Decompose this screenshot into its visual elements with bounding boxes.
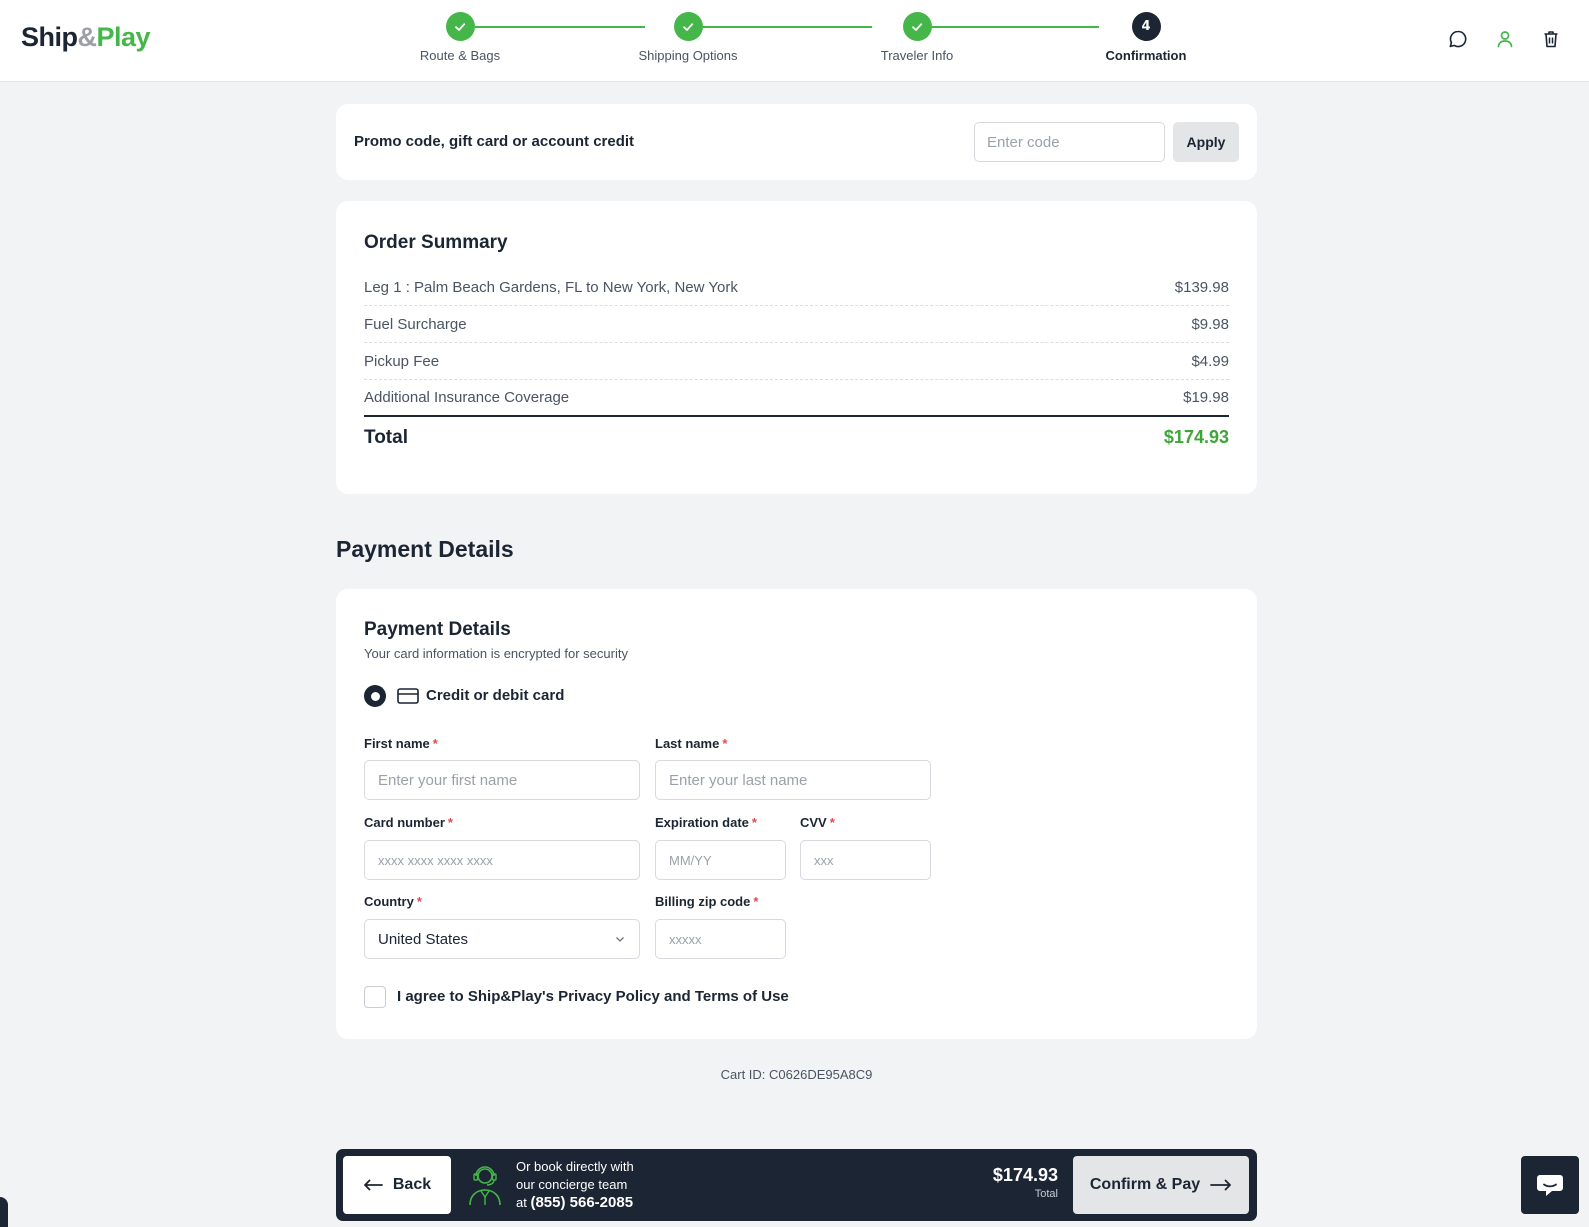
top-header: Ship&Play Route & Bags Shipping Options … [0, 0, 1589, 82]
country-value: United States [378, 930, 469, 948]
expiration-label: Expiration date * [655, 815, 757, 830]
logo-text-amp: & [77, 22, 98, 52]
payment-section-title: Payment Details [336, 536, 514, 562]
summary-row: Leg 1 : Palm Beach Gardens, FL to New Yo… [364, 269, 1229, 306]
summary-row: Additional Insurance Coverage $19.98 [364, 380, 1229, 417]
payment-subtitle: Your card information is encrypted for s… [364, 646, 628, 661]
cvv-field[interactable] [800, 840, 931, 880]
apply-button[interactable]: Apply [1173, 122, 1239, 162]
footer-total-caption: Total [1034, 1188, 1058, 1200]
summary-row-amount: $19.98 [1183, 389, 1229, 406]
summary-row-label: Fuel Surcharge [364, 315, 467, 333]
logo-text-ship: Ship [21, 22, 78, 52]
country-label: Country * [364, 894, 422, 909]
chat-bubble-icon [1537, 1175, 1563, 1196]
step-route-bags[interactable]: Route & Bags [380, 12, 540, 63]
billing-zip-field[interactable] [655, 919, 786, 959]
step-shipping-options[interactable]: Shipping Options [608, 12, 768, 63]
summary-row: Fuel Surcharge $9.98 [364, 306, 1229, 343]
chat-widget-button[interactable] [1521, 1156, 1579, 1214]
order-summary-card: Order Summary Leg 1 : Palm Beach Gardens… [336, 201, 1257, 494]
cart-id: Cart ID: C0626DE95A8C9 [720, 1067, 873, 1082]
country-select[interactable]: United States [364, 919, 640, 959]
concierge-line-3: at (855) 566-2085 [516, 1194, 634, 1211]
summary-row-amount: $139.98 [1174, 278, 1229, 296]
chat-icon[interactable] [1447, 28, 1469, 50]
user-icon[interactable] [1494, 28, 1516, 50]
trash-icon[interactable] [1540, 28, 1562, 50]
footer-total-amount: $174.93 [992, 1165, 1058, 1185]
summary-row-label: Additional Insurance Coverage [364, 389, 570, 406]
back-label: Back [392, 1176, 432, 1193]
concierge-line-1: Or book directly with [516, 1159, 634, 1174]
concierge-phone-link[interactable]: (855) 566-2085 [530, 1194, 633, 1211]
promo-code-input[interactable] [974, 122, 1165, 162]
confirm-pay-label: Confirm & Pay [1089, 1176, 1201, 1193]
check-icon [673, 12, 703, 41]
promo-label: Promo code, gift card or account credit [354, 133, 635, 150]
brand-logo[interactable]: Ship&Play [21, 22, 151, 53]
last-name-field[interactable] [655, 760, 931, 800]
check-icon [902, 12, 932, 41]
arrow-right-icon [1210, 1179, 1232, 1191]
last-name-label: Last name * [655, 736, 728, 751]
step-label: Shipping Options [638, 48, 738, 63]
payment-method-label: Credit or debit card [426, 687, 565, 704]
payment-details-card: Payment Details Your card information is… [336, 589, 1257, 1039]
summary-row-label: Pickup Fee [364, 352, 440, 370]
summary-row-amount: $9.98 [1191, 315, 1229, 333]
summary-total-row: Total $174.93 [364, 427, 1229, 449]
concierge-line-2: our concierge team [516, 1177, 628, 1192]
step-number: 4 [1131, 12, 1161, 41]
summary-row: Pickup Fee $4.99 [364, 343, 1229, 380]
arrow-left-icon [363, 1179, 383, 1191]
step-label: Traveler Info [880, 48, 954, 63]
agree-terms-label[interactable]: I agree to Ship&Play's Privacy Policy an… [397, 988, 789, 1005]
window-corner [0, 1197, 8, 1227]
promo-card: Promo code, gift card or account credit … [336, 104, 1257, 180]
step-label: Route & Bags [419, 48, 501, 63]
zip-label: Billing zip code * [655, 894, 759, 909]
payment-card-title: Payment Details [364, 619, 511, 640]
first-name-label: First name * [364, 736, 438, 751]
step-traveler-info[interactable]: Traveler Info [837, 12, 997, 63]
card-number-label: Card number * [364, 815, 453, 830]
card-method-radio[interactable] [364, 685, 386, 707]
expiration-date-field[interactable] [655, 840, 786, 880]
confirm-pay-button[interactable]: Confirm & Pay [1073, 1156, 1249, 1214]
agree-terms-checkbox[interactable] [364, 986, 386, 1008]
card-number-field[interactable] [364, 840, 640, 880]
step-confirmation: 4 Confirmation [1066, 12, 1226, 63]
step-label: Confirmation [1105, 48, 1187, 63]
concierge-info: Or book directly with our concierge team… [516, 1158, 676, 1212]
check-icon [445, 12, 475, 41]
summary-row-amount: $4.99 [1191, 352, 1229, 370]
concierge-agent-icon [469, 1166, 501, 1206]
logo-text-play: Play [96, 22, 151, 52]
order-summary-title: Order Summary [364, 232, 508, 253]
footer-total: $174.93 Total [936, 1165, 1058, 1200]
progress-stepper: Route & Bags Shipping Options Traveler I… [380, 12, 1200, 72]
back-button[interactable]: Back [343, 1156, 451, 1214]
checkout-footer-bar: Back Or book directly with our concierge… [336, 1149, 1257, 1221]
total-label: Total [364, 427, 408, 448]
total-amount: $174.93 [1163, 427, 1229, 447]
summary-row-label: Leg 1 : Palm Beach Gardens, FL to New Yo… [364, 278, 738, 296]
cvv-label: CVV * [800, 815, 835, 830]
first-name-field[interactable] [364, 760, 640, 800]
chevron-down-icon [616, 937, 624, 942]
credit-card-icon [397, 688, 419, 704]
